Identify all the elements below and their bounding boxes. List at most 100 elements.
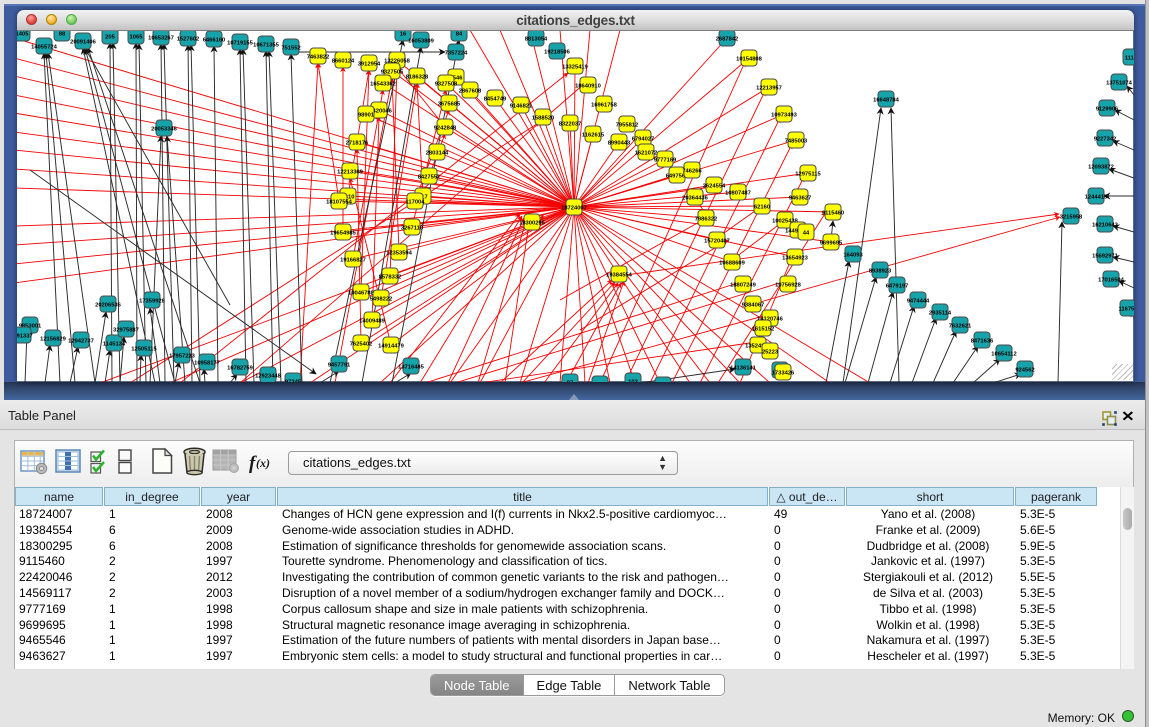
svg-text:3624554: 3624554 <box>703 184 726 190</box>
svg-text:98901: 98901 <box>358 113 375 119</box>
svg-text:1244415: 1244415 <box>1085 195 1108 201</box>
svg-text:16782759: 16782759 <box>227 366 254 372</box>
svg-text:9777169: 9777169 <box>654 158 677 164</box>
svg-text:14136141: 14136141 <box>730 366 757 372</box>
svg-text:14914479: 14914479 <box>378 344 405 350</box>
svg-text:8322037: 8322037 <box>559 122 582 128</box>
svg-text:9699695: 9699695 <box>820 241 843 247</box>
svg-text:20053346: 20053346 <box>151 127 178 133</box>
svg-text:8813054: 8813054 <box>525 37 548 43</box>
svg-text:16961758: 16961758 <box>591 103 618 109</box>
svg-text:18300295: 18300295 <box>519 221 546 227</box>
svg-text:25223: 25223 <box>762 350 779 356</box>
svg-text:9384067: 9384067 <box>742 303 765 309</box>
svg-text:8660124: 8660124 <box>332 59 355 65</box>
svg-text:14009489: 14009489 <box>359 319 386 325</box>
svg-text:2803144: 2803144 <box>426 151 449 157</box>
svg-text:16053809: 16053809 <box>408 39 435 45</box>
svg-text:20364436: 20364436 <box>682 196 709 202</box>
svg-text:2935114: 2935114 <box>929 311 952 317</box>
svg-text:7463822: 7463822 <box>307 55 330 61</box>
svg-text:9129906: 9129906 <box>1096 107 1119 113</box>
svg-text:13325419: 13325419 <box>562 65 589 71</box>
svg-text:9474444: 9474444 <box>907 299 930 305</box>
svg-text:19384554: 19384554 <box>606 273 633 279</box>
svg-text:117004: 117004 <box>405 200 425 206</box>
svg-text:164093: 164093 <box>843 253 863 259</box>
svg-text:16648784: 16648784 <box>873 98 900 104</box>
svg-text:18807249: 18807249 <box>730 283 757 289</box>
svg-text:16543362: 16543362 <box>370 82 396 88</box>
svg-text:116753: 116753 <box>1118 307 1134 313</box>
svg-text:10973493: 10973493 <box>771 113 798 119</box>
svg-text:103: 103 <box>628 380 638 383</box>
svg-text:9115460: 9115460 <box>822 211 844 217</box>
svg-text:10653267: 10653267 <box>148 36 174 42</box>
svg-text:3912954: 3912954 <box>358 62 381 68</box>
svg-text:62160: 62160 <box>754 205 770 211</box>
svg-text:10671355: 10671355 <box>253 43 280 49</box>
svg-text:12213369: 12213369 <box>337 170 364 176</box>
svg-text:391337: 391337 <box>17 334 33 340</box>
svg-text:9146821: 9146821 <box>510 104 533 110</box>
svg-text:18107554: 18107554 <box>326 200 353 206</box>
svg-text:20206536: 20206536 <box>95 303 122 309</box>
svg-text:20091406: 20091406 <box>70 40 97 46</box>
svg-text:8427552: 8427552 <box>418 175 441 181</box>
svg-text:8454749: 8454749 <box>484 97 507 103</box>
svg-text:12093872: 12093872 <box>1088 165 1114 171</box>
svg-text:17016504: 17016504 <box>1098 278 1125 284</box>
svg-text:10154808: 10154808 <box>736 57 763 63</box>
svg-text:746266: 746266 <box>682 169 702 175</box>
svg-text:7357224: 7357224 <box>445 51 468 57</box>
svg-text:12213957: 12213957 <box>756 86 782 92</box>
svg-text:1145134: 1145134 <box>103 342 126 348</box>
svg-text:12156829: 12156829 <box>40 337 67 343</box>
svg-text:9457791: 9457791 <box>328 363 351 369</box>
svg-text:19654985: 19654985 <box>330 231 357 237</box>
svg-text:1162615: 1162615 <box>582 133 605 139</box>
svg-text:13751074: 13751074 <box>1106 81 1133 87</box>
svg-text:13716485: 13716485 <box>398 365 425 371</box>
svg-text:14055724: 14055724 <box>31 45 58 51</box>
svg-text:10654112: 10654112 <box>991 352 1016 358</box>
svg-text:12505115: 12505115 <box>131 347 157 353</box>
svg-text:(x): (x) <box>256 456 270 470</box>
svg-text:13654923: 13654923 <box>782 256 809 262</box>
svg-text:2718176: 2718176 <box>346 141 369 147</box>
svg-text:3267110: 3267110 <box>401 226 423 232</box>
svg-text:10958177: 10958177 <box>194 361 220 367</box>
svg-text:1405: 1405 <box>17 32 29 38</box>
svg-text:8990443: 8990443 <box>608 141 631 147</box>
svg-text:1588520: 1588520 <box>532 116 555 122</box>
svg-text:7955812: 7955812 <box>616 123 639 129</box>
svg-text:10756928: 10756928 <box>775 283 802 289</box>
svg-text:32975887: 32975887 <box>113 328 139 334</box>
svg-text:9327508: 9327508 <box>435 82 458 88</box>
svg-text:1621072: 1621072 <box>635 151 658 157</box>
svg-text:1065: 1065 <box>130 35 144 41</box>
svg-text:16210643: 16210643 <box>1092 223 1119 229</box>
svg-text:6479197: 6479197 <box>886 284 909 290</box>
svg-text:12942737: 12942737 <box>68 339 94 345</box>
svg-text:15692971: 15692971 <box>1092 254 1119 260</box>
svg-text:1733426: 1733426 <box>772 371 795 377</box>
svg-text:18724007: 18724007 <box>561 206 587 212</box>
svg-text:1117: 1117 <box>1125 56 1134 62</box>
svg-text:9463627: 9463627 <box>789 196 812 202</box>
svg-text:7632621: 7632621 <box>949 324 972 330</box>
svg-text:7485003: 7485003 <box>785 139 808 145</box>
svg-text:1615152: 1615152 <box>752 327 775 333</box>
svg-text:16: 16 <box>400 32 407 38</box>
svg-text:19166827: 19166827 <box>340 258 366 264</box>
svg-text:9227342: 9227342 <box>1094 137 1117 143</box>
svg-text:8471636: 8471636 <box>971 339 994 345</box>
svg-text:5498222: 5498222 <box>370 297 393 303</box>
svg-text:7986322: 7986322 <box>695 217 718 223</box>
svg-text:8578332: 8578332 <box>379 275 402 281</box>
svg-text:84: 84 <box>456 32 463 38</box>
svg-text:12353594: 12353594 <box>386 251 413 257</box>
svg-text:8186328: 8186328 <box>406 75 429 81</box>
svg-text:97245: 97245 <box>285 380 302 383</box>
svg-text:205: 205 <box>105 35 115 41</box>
